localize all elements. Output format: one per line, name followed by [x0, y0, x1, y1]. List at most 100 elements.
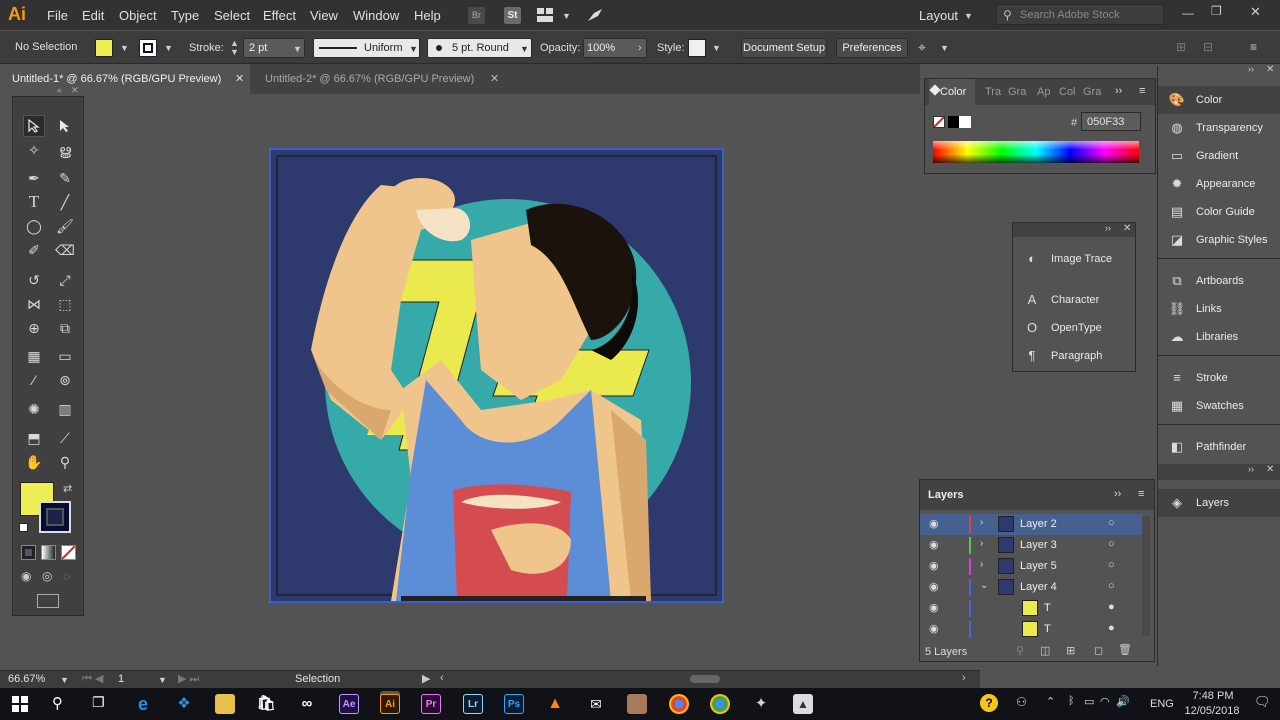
chevron-down-icon[interactable]: ▼	[158, 675, 167, 685]
preferences-button[interactable]: Preferences	[836, 38, 908, 58]
none-swatch[interactable]	[933, 116, 945, 128]
photoshop-icon[interactable]: Ps	[504, 694, 524, 714]
visibility-eye-icon[interactable]: ◉	[929, 601, 939, 614]
lasso-tool[interactable]: ൠ	[54, 139, 76, 161]
width-tool[interactable]: ⋈	[23, 293, 45, 315]
gradient-tool[interactable]: ▭	[54, 345, 76, 367]
none-mode-icon[interactable]	[61, 545, 76, 560]
shape-builder-tool[interactable]: ⊕	[23, 317, 45, 339]
menu-select[interactable]: Select	[214, 8, 250, 23]
tab-transparency[interactable]: Tra	[985, 86, 1001, 98]
make-clipping-mask-icon[interactable]: ◫	[1040, 644, 1050, 657]
rotate-tool[interactable]: ↺	[23, 269, 45, 291]
document-setup-button[interactable]: Document Setup	[741, 38, 827, 58]
ellipse-tool[interactable]: ◯	[23, 215, 45, 237]
target-icon[interactable]: ●	[1108, 622, 1115, 634]
visibility-eye-icon[interactable]: ◉	[929, 580, 939, 593]
dock-item-layers[interactable]: ◈ Layers	[1158, 489, 1280, 517]
magic-wand-tool[interactable]: ✧	[23, 139, 45, 161]
menu-icon[interactable]: ≡	[1139, 85, 1145, 97]
people-icon[interactable]: ⚇	[1016, 695, 1027, 709]
direct-selection-tool[interactable]	[54, 115, 76, 137]
layer-name[interactable]: Layer 4	[1020, 581, 1057, 593]
visibility-eye-icon[interactable]: ◉	[929, 517, 939, 530]
close-icon[interactable]: ✕	[235, 64, 244, 94]
chevron-right-icon[interactable]: ›	[980, 517, 983, 528]
eraser-tool[interactable]: ⌫	[54, 239, 76, 261]
file-explorer-icon[interactable]	[215, 694, 235, 714]
chrome-icon[interactable]	[669, 694, 689, 714]
delete-icon[interactable]: 🗑	[1118, 643, 1132, 656]
chevron-down-icon[interactable]: ⌄	[980, 580, 988, 591]
collapse-icon[interactable]: ››	[1105, 223, 1111, 233]
dropbox-icon[interactable]: ❖	[174, 694, 194, 714]
close-icon[interactable]: ✕	[1266, 64, 1274, 75]
panel-item-opentype[interactable]: O OpenType	[1013, 314, 1135, 342]
dock-item-pathfinder[interactable]: ◧ Pathfinder	[1158, 433, 1280, 461]
target-icon[interactable]: ○	[1108, 580, 1115, 592]
tab-color[interactable]: Color	[940, 86, 966, 98]
chevron-down-icon[interactable]: ▼	[712, 43, 721, 53]
chevron-down-icon[interactable]: ▼	[940, 43, 949, 53]
align-icon[interactable]: ⊞	[1176, 40, 1186, 54]
gpu-performance-icon[interactable]	[586, 7, 603, 24]
menu-effect[interactable]: Effect	[263, 8, 296, 23]
hand-tool[interactable]: ✋	[23, 451, 45, 473]
dock-item-stroke[interactable]: ≡ Stroke	[1158, 364, 1280, 392]
vlc-icon[interactable]: ▲	[545, 694, 565, 714]
language-indicator[interactable]: ENG	[1150, 698, 1174, 710]
layer-sublayer-row[interactable]: ◉ T ●	[920, 598, 1144, 619]
artboard-number[interactable]: 1	[118, 673, 124, 685]
first-artboard-icon[interactable]: ⏮ ◀	[82, 672, 103, 686]
dock-item-artboards[interactable]: ⧉ Artboards	[1158, 267, 1280, 295]
chevron-down-icon[interactable]: ▼	[562, 11, 571, 21]
after-effects-icon[interactable]: Ae	[339, 694, 359, 714]
new-layer-icon[interactable]: ◻	[1094, 644, 1103, 657]
layer-sublayer-row[interactable]: ◉ T ●	[920, 619, 1144, 640]
layer-row[interactable]: ◉ › Layer 2 ○	[920, 514, 1144, 535]
menu-icon[interactable]: ≡	[1250, 40, 1257, 54]
minimize-icon[interactable]: —	[1182, 6, 1194, 20]
scroll-left-icon[interactable]: ‹	[440, 672, 444, 684]
visibility-eye-icon[interactable]: ◉	[929, 538, 939, 551]
expand-icon[interactable]: ››	[1115, 85, 1122, 97]
bluetooth-icon[interactable]: ᛒ	[1068, 695, 1075, 707]
pen-tool[interactable]: ✒	[23, 167, 45, 189]
symbol-sprayer-tool[interactable]: ✺	[23, 398, 45, 420]
chevron-right-icon[interactable]: ›	[980, 538, 983, 549]
dock-item-appearance[interactable]: ✹ Appearance	[1158, 170, 1280, 198]
zoom-level[interactable]: 66.67%	[8, 673, 45, 685]
chevron-down-icon[interactable]: ▼	[120, 43, 129, 53]
close-icon[interactable]: ✕	[1266, 464, 1274, 475]
draw-normal-icon[interactable]: ◉	[21, 569, 31, 583]
photo-app-icon[interactable]	[627, 694, 647, 714]
status-menu-icon[interactable]: ▶	[422, 672, 430, 685]
draw-inside-icon[interactable]: ◌	[63, 569, 70, 583]
chevron-up-icon[interactable]: ⌃	[1046, 695, 1055, 708]
graphic-style-swatch[interactable]	[688, 39, 706, 57]
color-spectrum[interactable]	[933, 141, 1139, 163]
tab-graphic-styles[interactable]: Gra	[1083, 86, 1101, 98]
hex-input[interactable]: 050F33	[1081, 112, 1141, 131]
white-swatch[interactable]	[959, 116, 971, 128]
close-icon[interactable]: ✕	[71, 85, 79, 96]
artboard-tool[interactable]: ⬒	[23, 427, 45, 449]
bridge-icon[interactable]: Br	[468, 7, 485, 24]
type-tool[interactable]: T	[23, 191, 45, 213]
layer-name[interactable]: Layer 2	[1020, 518, 1057, 530]
menu-window[interactable]: Window	[353, 8, 399, 23]
opacity-field[interactable]: 100% ›	[583, 38, 647, 58]
dock-item-libraries[interactable]: ☁ Libraries	[1158, 323, 1280, 351]
target-icon[interactable]: ○	[1108, 517, 1115, 529]
infinity-app-icon[interactable]: ∞	[297, 694, 317, 714]
notifications-icon[interactable]: 🗨	[1254, 694, 1271, 710]
stroke-profile-select[interactable]: Uniform ▼	[313, 38, 420, 58]
tab-gradient[interactable]: Gra	[1008, 86, 1026, 98]
dock-item-links[interactable]: ⛓ Links	[1158, 295, 1280, 323]
visibility-eye-icon[interactable]: ◉	[929, 622, 939, 635]
swap-fill-stroke-icon[interactable]: ⇄	[63, 482, 72, 495]
expand-icon[interactable]: ››	[1114, 488, 1121, 500]
blend-tool[interactable]: ⊚	[54, 369, 76, 391]
tab-color-guide[interactable]: Col	[1059, 86, 1076, 98]
edge-icon[interactable]: e	[133, 694, 153, 714]
